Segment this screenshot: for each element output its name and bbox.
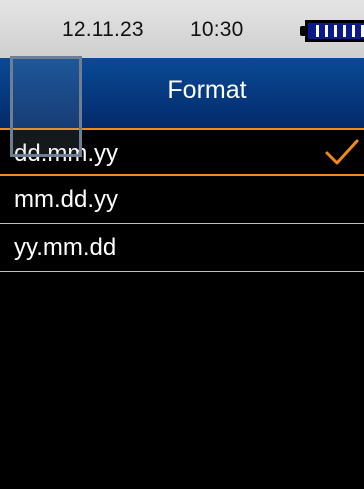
device-screen: 12.11.23 10:30 Format dd.mm.yy mm.dd.yy xyxy=(0,0,364,489)
format-option-yy-mm-dd[interactable]: yy.mm.dd xyxy=(0,224,364,272)
battery-segment xyxy=(352,25,355,37)
format-option-label: mm.dd.yy xyxy=(14,186,119,213)
battery-body xyxy=(305,20,364,42)
battery-segment xyxy=(316,25,319,37)
format-option-label: yy.mm.dd xyxy=(14,234,117,261)
format-option-mm-dd-yy[interactable]: mm.dd.yy xyxy=(0,176,364,224)
battery-segment xyxy=(334,25,337,37)
battery-segment xyxy=(325,25,328,37)
status-bar: 12.11.23 10:30 xyxy=(0,0,364,58)
checkmark-icon xyxy=(325,139,359,165)
focus-highlight xyxy=(10,56,82,157)
status-date: 12.11.23 xyxy=(62,18,144,41)
status-time: 10:30 xyxy=(190,18,244,41)
battery-full-icon xyxy=(300,20,364,42)
battery-segment xyxy=(343,25,346,37)
